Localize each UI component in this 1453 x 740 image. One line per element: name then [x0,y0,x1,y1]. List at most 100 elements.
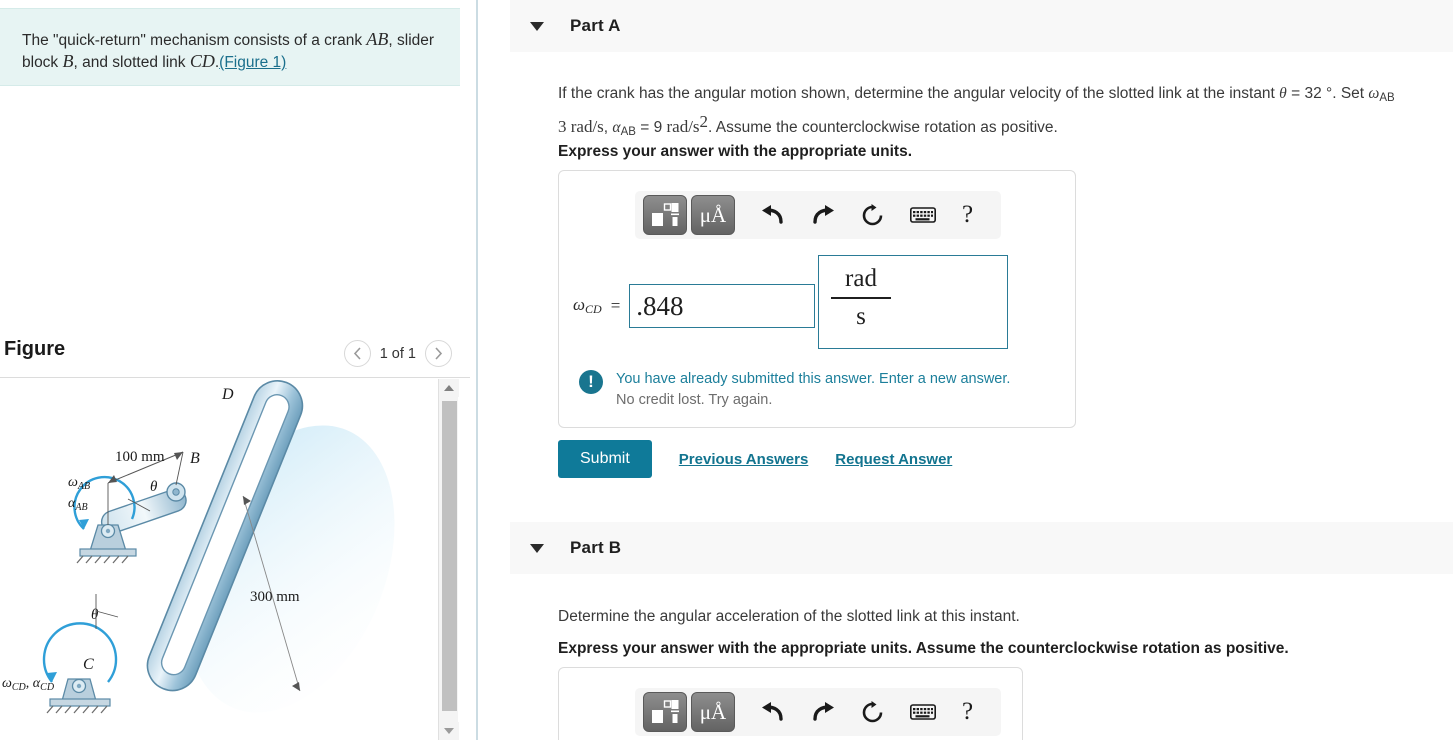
label-b: B [190,450,200,467]
symbol-omega-sub: AB [1379,92,1395,104]
scrollbar-down-button[interactable] [439,722,459,740]
answer-variable-symbol: ω [573,295,586,314]
label-omega-alpha-cd: ωCD, αCD [2,676,55,693]
part-b-toolbar: μÅ ? [635,688,1001,736]
support-c [46,678,111,714]
label-omega-ab: ωAB [68,475,90,492]
answer-variable-sub: CD [585,302,602,316]
undo-icon[interactable] [761,702,785,722]
symbol-alpha-sub: AB [620,126,636,138]
label-alpha-ab: αAB [68,496,88,513]
problem-text-1: The "quick-return" mechanism consists of… [22,32,367,49]
figure-1-link[interactable]: (Figure 1) [219,54,286,71]
figure-body: 100 mm 300 mm D B C θ θ ωAB αAB ωCD, αCD [0,379,456,740]
problem-text-3: , and slotted link [73,54,190,71]
question-text-a2: . Set [1332,85,1369,102]
previous-answers-link[interactable]: Previous Answers [679,451,809,468]
answer-variable-label: ωCD [573,295,602,317]
figure-pager: 1 of 1 [343,340,452,367]
part-a-question: If the crank has the angular motion show… [558,82,1453,144]
units-icon-text: μÅ [699,202,727,227]
unit-numerator: rad [845,265,877,292]
unit-denominator: s [856,302,866,330]
dim-100mm: 100 mm [115,449,165,465]
part-b-header[interactable]: Part B [510,522,1453,574]
part-b-answer-card: μÅ ? [558,667,1023,740]
part-b-instruction: Express your answer with the appropriate… [558,640,1289,657]
unit-exponent: 2 [699,112,709,131]
chevron-left-icon [353,347,361,360]
reset-icon[interactable] [861,700,884,724]
redo-icon[interactable] [811,205,835,225]
help-icon-text: ? [962,201,974,228]
figure-title: Figure [4,338,66,360]
part-a-header[interactable]: Part A [510,0,1453,52]
answer-units-box[interactable]: rad s [818,255,1008,349]
unit-fraction-bar [831,297,891,299]
part-b-question: Determine the angular acceleration of th… [558,608,1020,625]
math-template-icon[interactable] [643,195,687,235]
micro-angstrom-units-icon[interactable]: μÅ [691,692,735,732]
dim-300mm: 300 mm [250,589,300,605]
units-icon-text: μÅ [699,699,727,724]
problem-symbol-ab: AB [366,29,389,49]
symbol-theta: θ [1279,85,1287,102]
answer-equals-sign: = [610,296,621,315]
math-template-glyph [652,203,679,226]
figure-scrollbar[interactable] [438,379,459,740]
message-text: You have already submitted this answer. … [616,369,1010,411]
keyboard-glyph [910,703,936,720]
right-panel: Part A If the crank has the angular moti… [478,0,1453,740]
message-line-1: You have already submitted this answer. … [616,371,1011,387]
redo-icon[interactable] [811,702,835,722]
unit-rad-per-s2: rad/s [666,117,700,136]
undo-icon[interactable] [761,205,785,225]
problem-description: The "quick-return" mechanism consists of… [0,8,460,86]
scrollbar-thumb[interactable] [442,401,457,711]
unit-rad-per-s: rad/s [570,117,604,136]
figure-header: Figure 1 of 1 [0,336,470,378]
answer-value-input[interactable] [629,284,816,328]
part-a-answer-card: μÅ ? ωCD = .848 rad s ! You have already… [558,170,1076,428]
reset-glyph [862,203,883,225]
alert-icon-glyph: ! [588,372,594,391]
part-a-instruction: Express your answer with the appropriate… [558,143,913,160]
reset-glyph [862,700,883,722]
figure-prev-button[interactable] [343,340,371,367]
label-theta-ab: θ [150,479,158,495]
question-eq1: = 32 [1286,85,1327,102]
question-value-3: 3 [558,117,571,136]
request-answer-link[interactable]: Request Answer [835,451,952,468]
part-b-label: Part B [570,538,622,557]
micro-angstrom-units-icon[interactable]: μÅ [691,195,735,235]
part-a-answer-row: ωCD = [573,284,816,328]
symbol-alpha: α [612,119,621,136]
part-a-button-row: Submit Previous Answers Request Answer [558,440,952,478]
math-template-glyph [652,700,679,723]
scrollbar-up-button[interactable] [439,379,459,397]
reset-icon[interactable] [861,203,884,227]
scroll-up-icon [444,385,454,391]
keyboard-icon[interactable] [910,703,936,721]
chevron-right-icon [435,347,443,360]
figure-next-button[interactable] [425,340,452,367]
label-c: C [83,656,94,673]
keyboard-glyph [910,206,936,223]
redo-glyph [813,702,834,721]
caret-down-icon [530,543,544,553]
alert-icon: ! [579,370,603,394]
submit-button[interactable]: Submit [558,440,652,478]
help-icon[interactable]: ? [962,201,973,229]
math-template-icon[interactable] [643,692,687,732]
quick-return-mechanism-diagram: 100 mm 300 mm D B C θ θ ωAB αAB ωCD, αCD [2,380,395,714]
help-icon-text: ? [962,698,974,725]
symbol-omega: ω [1368,85,1380,102]
redo-glyph [813,205,834,224]
unit-fraction: rad s [831,264,891,332]
keyboard-icon[interactable] [910,206,936,224]
label-theta-cd: θ [91,607,99,623]
message-line-2: No credit lost. Try again. [616,392,773,408]
question-text-a1: If the crank has the angular motion show… [558,85,1280,102]
question-text-a3: . Assume the counterclockwise rotation a… [708,119,1058,136]
help-icon[interactable]: ? [962,698,973,726]
